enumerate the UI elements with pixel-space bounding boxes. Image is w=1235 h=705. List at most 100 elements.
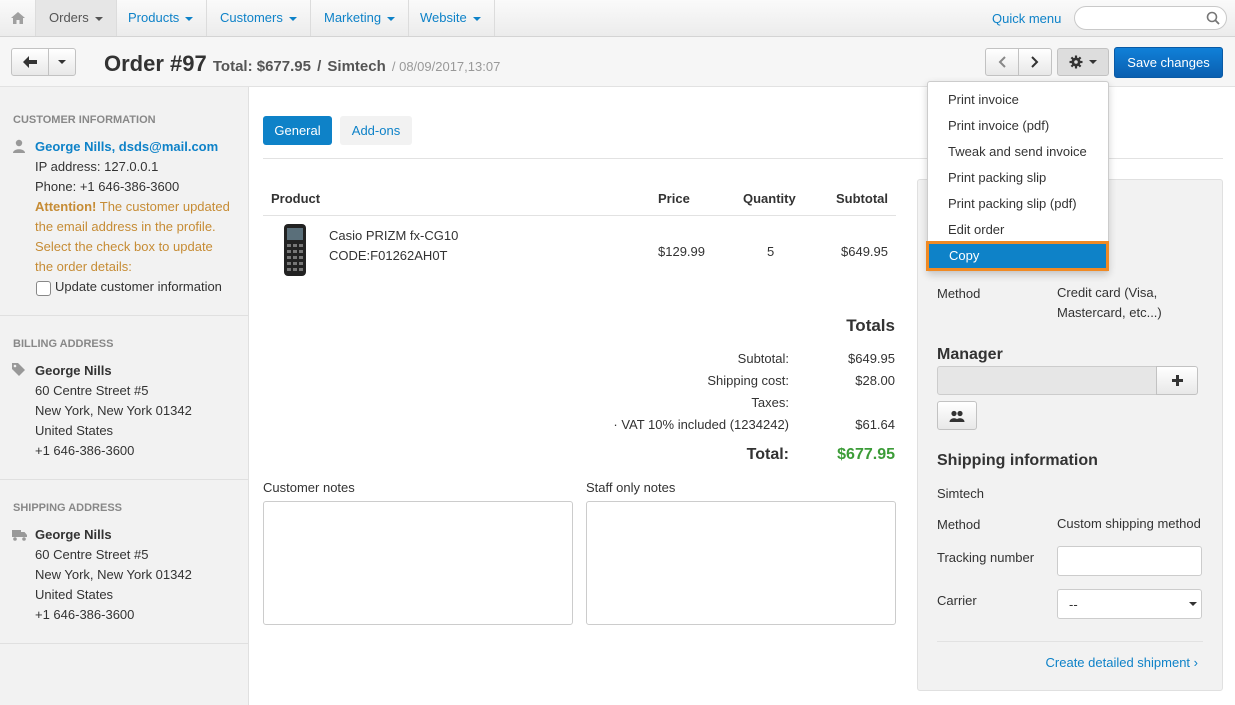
nav-orders[interactable]: Orders bbox=[36, 0, 117, 36]
tracking-number-label: Tracking number bbox=[937, 550, 1035, 565]
tab-add-ons[interactable]: Add-ons bbox=[340, 116, 412, 145]
back-button[interactable] bbox=[11, 48, 49, 76]
product-subtotal: $649.95 bbox=[841, 244, 888, 259]
product-name-link[interactable]: Casio PRIZM fx-CG10 bbox=[329, 228, 458, 243]
shipping-method-label: Method bbox=[937, 517, 981, 532]
payment-method-value-line-2: Mastercard, etc...) bbox=[1057, 305, 1162, 320]
chevron-down-icon bbox=[387, 16, 396, 21]
totals-subtotal-label: Subtotal: bbox=[737, 351, 789, 366]
chevron-down-icon bbox=[288, 16, 297, 21]
customer-notes-textarea[interactable] bbox=[263, 501, 573, 625]
totals-vat-value: $61.64 bbox=[855, 417, 895, 432]
shipping-address-section: Shipping address George Nills 60 Centre … bbox=[0, 480, 248, 644]
carrier-label: Carrier bbox=[937, 593, 977, 608]
carrier-select-value: -- bbox=[1069, 597, 1078, 612]
quick-menu-link[interactable]: Quick menu bbox=[992, 11, 1061, 26]
customer-information-heading: Customer information bbox=[13, 114, 156, 126]
attention-message: Attention! The customer updated bbox=[35, 199, 230, 214]
menu-item-print-packing-slip[interactable]: Print packing slip bbox=[928, 166, 1108, 190]
create-detailed-shipment-link[interactable]: Create detailed shipment › bbox=[1046, 655, 1198, 670]
shipping-divider bbox=[937, 641, 1203, 642]
attention-text-3: Select the check box to update bbox=[35, 239, 213, 254]
shipping-country: United States bbox=[35, 587, 114, 602]
truck-icon bbox=[12, 530, 27, 541]
totals-subtotal-value: $649.95 bbox=[848, 351, 895, 366]
search-icon[interactable] bbox=[1206, 11, 1220, 25]
menu-item-print-packing-slip-pdf[interactable]: Print packing slip (pdf) bbox=[928, 192, 1108, 216]
nav-website-label: Website bbox=[420, 10, 467, 25]
manager-input[interactable] bbox=[937, 366, 1157, 395]
billing-address-heading: Billing address bbox=[13, 338, 114, 350]
settings-dropdown-menu: Print invoice Print invoice (pdf) Tweak … bbox=[926, 81, 1109, 272]
tab-general[interactable]: General bbox=[263, 116, 332, 145]
payment-method-label: Method bbox=[937, 286, 981, 301]
totals-vat-label: · VAT 10% included (1234242) bbox=[613, 417, 789, 432]
staff-notes-textarea[interactable] bbox=[586, 501, 896, 625]
top-navigation: Orders Products Customers Marketing Webs… bbox=[0, 0, 1235, 37]
select-users-button[interactable] bbox=[937, 401, 977, 430]
order-total: Total: $677.95 bbox=[212, 58, 311, 75]
attention-text-2: the email address in the profile. bbox=[35, 219, 216, 234]
shipping-method-value: Custom shipping method bbox=[1057, 516, 1201, 531]
menu-item-edit-order[interactable]: Edit order bbox=[928, 218, 1108, 242]
chevron-down-icon bbox=[1189, 602, 1197, 606]
billing-name: George Nills bbox=[35, 363, 112, 378]
nav-marketing-label: Marketing bbox=[324, 10, 382, 25]
settings-dropdown-button[interactable] bbox=[1057, 48, 1109, 76]
totals-heading: Totals bbox=[846, 316, 895, 335]
nav-products[interactable]: Products bbox=[115, 0, 208, 36]
add-manager-button[interactable] bbox=[1156, 366, 1198, 395]
chevron-down-icon bbox=[1089, 60, 1097, 64]
shipping-vendor: Simtech bbox=[937, 486, 984, 501]
menu-item-print-invoice[interactable]: Print invoice bbox=[928, 88, 1108, 112]
carrier-select[interactable]: -- bbox=[1057, 589, 1202, 619]
gear-icon bbox=[1069, 55, 1083, 69]
payment-method-value: Credit card (Visa, Mastercard, etc...) bbox=[1057, 283, 1162, 323]
back-dropdown-button[interactable] bbox=[48, 48, 76, 76]
next-order-button[interactable] bbox=[1018, 48, 1052, 76]
nav-website[interactable]: Website bbox=[407, 0, 495, 36]
nav-marketing[interactable]: Marketing bbox=[311, 0, 410, 36]
totals-total-value: $677.95 bbox=[837, 446, 895, 463]
users-icon bbox=[949, 410, 965, 422]
nav-products-label: Products bbox=[128, 10, 180, 25]
save-changes-button[interactable]: Save changes bbox=[1114, 47, 1223, 78]
chevron-down-icon bbox=[58, 60, 66, 64]
manager-heading: Manager bbox=[937, 346, 1003, 363]
product-thumbnail[interactable] bbox=[282, 223, 308, 277]
menu-item-copy[interactable]: Copy bbox=[926, 241, 1109, 271]
billing-address-section: Billing address George Nills 60 Centre S… bbox=[0, 316, 248, 480]
shipping-name: George Nills bbox=[35, 527, 112, 542]
search-box bbox=[1074, 6, 1227, 30]
customer-information-section: Customer information George Nills, dsds@… bbox=[0, 87, 248, 316]
product-price: $129.99 bbox=[658, 244, 705, 259]
page-header: Order #97 Total: $677.95 / Simtech / 08/… bbox=[0, 37, 1235, 87]
shipping-city: New York, New York 01342 bbox=[35, 567, 192, 582]
update-customer-checkbox[interactable] bbox=[36, 281, 51, 296]
menu-item-tweak-send-invoice[interactable]: Tweak and send invoice bbox=[928, 140, 1108, 164]
totals-shipping-value: $28.00 bbox=[855, 373, 895, 388]
nav-customers-label: Customers bbox=[220, 10, 283, 25]
attention-label: Attention! bbox=[35, 199, 97, 214]
home-icon[interactable] bbox=[0, 0, 36, 36]
tracking-number-input[interactable] bbox=[1057, 546, 1202, 576]
search-input[interactable] bbox=[1085, 7, 1205, 29]
order-number: Order #97 bbox=[104, 51, 207, 76]
column-header-product: Product bbox=[271, 191, 321, 206]
nav-orders-label: Orders bbox=[49, 10, 89, 25]
chevron-left-icon bbox=[998, 56, 1006, 68]
column-header-quantity: Quantity bbox=[743, 191, 796, 206]
totals-total-label: Total: bbox=[746, 446, 789, 463]
billing-city: New York, New York 01342 bbox=[35, 403, 192, 418]
payment-method-value-line-1: Credit card (Visa, bbox=[1057, 285, 1158, 300]
sidebar: Customer information George Nills, dsds@… bbox=[0, 87, 249, 705]
previous-order-button[interactable] bbox=[985, 48, 1019, 76]
menu-item-print-invoice-pdf[interactable]: Print invoice (pdf) bbox=[928, 114, 1108, 138]
user-icon bbox=[13, 139, 25, 153]
shipping-address-heading: Shipping address bbox=[13, 502, 123, 514]
nav-customers[interactable]: Customers bbox=[207, 0, 311, 36]
chevron-down-icon bbox=[185, 16, 194, 21]
customer-name-link[interactable]: George Nills, dsds@mail.com bbox=[35, 139, 218, 154]
billing-phone: +1 646-386-3600 bbox=[35, 443, 135, 458]
carrier-select-arrow bbox=[1188, 592, 1200, 616]
